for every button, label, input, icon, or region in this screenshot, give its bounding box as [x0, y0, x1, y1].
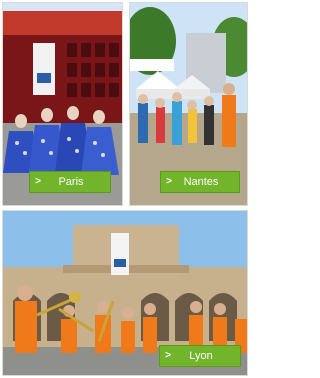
- city-tile-paris[interactable]: > Paris: [2, 2, 123, 206]
- chevron-right-icon: >: [166, 176, 172, 187]
- chevron-right-icon: >: [165, 350, 171, 361]
- city-button-lyon[interactable]: > Lyon: [159, 345, 241, 367]
- city-tile-lyon[interactable]: > Lyon: [2, 210, 248, 376]
- city-button-paris[interactable]: > Paris: [29, 171, 111, 193]
- city-label-paris: Paris: [58, 176, 84, 188]
- city-photo-grid: > Paris > Nantes > Lyon: [0, 0, 250, 378]
- city-button-nantes[interactable]: > Nantes: [160, 171, 240, 193]
- city-label-nantes: Nantes: [183, 176, 219, 188]
- city-label-lyon: Lyon: [189, 350, 213, 362]
- chevron-right-icon: >: [35, 176, 41, 187]
- city-tile-nantes[interactable]: > Nantes: [129, 2, 248, 206]
